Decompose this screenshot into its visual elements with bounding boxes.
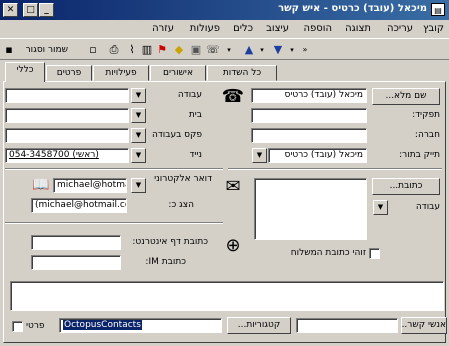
separator xyxy=(5,168,223,170)
toolbar-options-icon[interactable]: » xyxy=(298,43,312,57)
paper-icon[interactable]: ▥ xyxy=(140,43,154,57)
mailing-address-label: זוהי כתובת המשלוח xyxy=(290,248,366,258)
web-page-label: כתובת דף אינטרנט: xyxy=(132,237,208,247)
phone-type-dropdown[interactable]: ▼ xyxy=(131,148,146,163)
tab-certificates[interactable]: אישורים xyxy=(150,65,206,81)
categories-field[interactable]: OctopusContacts xyxy=(59,318,222,333)
phone-label-mobile: נייד xyxy=(189,150,202,160)
menu-bar: קובץ עריכה תצוגה הוספה עיצוב כלים פעולות… xyxy=(0,20,449,38)
tab-general[interactable]: כללי xyxy=(5,62,45,82)
save-disk-icon[interactable]: ▫ xyxy=(86,43,100,57)
phone-field-mobile[interactable]: 054-3458700 (ראשי) xyxy=(5,148,129,163)
title-bar: ✕ □ _ מיכאל (עובד) כרטיס - איש קשר ▤ xyxy=(0,0,449,20)
phone-type-dropdown[interactable]: ▼ xyxy=(131,108,146,123)
email-display-as-label: הצג כ: xyxy=(168,200,194,210)
menu-insert[interactable]: הוספה xyxy=(303,23,332,34)
next-item-icon[interactable]: ▼ xyxy=(271,43,285,57)
im-address-label: כתובת IM: xyxy=(145,257,186,267)
tab-details[interactable]: פרטים xyxy=(46,65,92,81)
categories-diamond-icon[interactable]: ◆ xyxy=(172,43,186,57)
contact-card-icon: ▤ xyxy=(431,3,445,16)
phone-dropdown-icon[interactable]: ☏ xyxy=(206,43,220,57)
print-icon[interactable]: ⎙ xyxy=(107,43,121,57)
menu-file[interactable]: קובץ xyxy=(423,23,444,34)
mailing-address-checkbox[interactable] xyxy=(369,248,380,259)
contacts-field[interactable] xyxy=(296,318,398,333)
menu-help[interactable]: עזרה xyxy=(152,23,174,34)
private-label: פרטי xyxy=(26,321,45,331)
save-close-button[interactable]: שמור וסגור xyxy=(11,41,71,58)
chevron-down-icon[interactable]: ▾ xyxy=(222,43,236,57)
private-checkbox[interactable] xyxy=(12,321,23,332)
phone-label-business-fax: פקס בעבודה xyxy=(152,130,202,140)
phone-label-home: בית xyxy=(188,110,202,120)
menu-edit[interactable]: עריכה xyxy=(387,23,413,34)
email-field[interactable]: michael@hotmail xyxy=(53,178,127,193)
menu-format[interactable]: עיצוב xyxy=(266,23,289,34)
address-field[interactable] xyxy=(254,178,367,240)
full-name-button[interactable]: שם מלא... xyxy=(372,88,440,105)
mail-envelope-icon: ✉ xyxy=(225,176,241,197)
previous-item-icon[interactable]: ▲ xyxy=(242,43,256,57)
phone-label-work: עבודה xyxy=(177,90,202,100)
minimize-button[interactable]: _ xyxy=(39,3,54,17)
phone-icon: ☎ xyxy=(221,86,245,107)
full-name-field[interactable]: מיכאל (עובד) כרטיס xyxy=(251,88,367,103)
im-address-field[interactable] xyxy=(31,255,121,270)
phone-field-business-fax[interactable] xyxy=(5,128,129,143)
menu-tools[interactable]: כלים xyxy=(233,23,253,34)
tab-activities[interactable]: פעילויות xyxy=(93,65,149,81)
company-field[interactable] xyxy=(251,128,367,143)
phone-field-home[interactable] xyxy=(5,108,129,123)
window-title: מיכאל (עובד) כרטיס - איש קשר xyxy=(278,3,427,14)
job-title-label: תפקיד: xyxy=(412,110,440,120)
close-button[interactable]: ✕ xyxy=(3,3,18,17)
notes-field[interactable] xyxy=(10,281,444,311)
categories-value: OctopusContacts xyxy=(63,320,142,330)
next-chevron-down-icon[interactable]: ▾ xyxy=(285,43,299,57)
email-type-dropdown[interactable]: ▼ xyxy=(131,178,146,193)
address-type-label: עבודה xyxy=(415,202,440,212)
card-icon[interactable]: ▣ xyxy=(189,43,203,57)
attach-icon[interactable]: ⌇ xyxy=(125,43,139,57)
previous-chevron-down-icon[interactable]: ▾ xyxy=(255,43,269,57)
address-book-icon[interactable]: 📖 xyxy=(31,176,51,194)
tab-all-fields[interactable]: כל השדות xyxy=(207,65,277,81)
email-display-as-field[interactable]: (michael@hotmail.com) xyxy=(31,198,127,213)
globe-icon: ⊕ xyxy=(225,235,241,256)
phone-type-dropdown[interactable]: ▼ xyxy=(131,128,146,143)
address-button[interactable]: כתובת... xyxy=(372,178,440,195)
menu-view[interactable]: תצוגה xyxy=(345,23,371,34)
file-as-field[interactable]: מיכאל (עובד) כרטיס xyxy=(268,148,367,163)
phone-type-dropdown[interactable]: ▼ xyxy=(131,88,146,103)
phone-field-work[interactable] xyxy=(5,88,129,103)
web-page-field[interactable] xyxy=(31,235,121,250)
categories-button[interactable]: קטגוריות... xyxy=(227,317,291,334)
toolbar: ▪ שמור וסגור ▫ ⎙ ⌇ ▥ ⚑ ◆ ▣ ☏ ▾ ▲ ▾ ▼ ▾ » xyxy=(0,38,449,60)
email-label: דואר אלקטרוני xyxy=(154,174,212,184)
file-as-dropdown[interactable]: ▼ xyxy=(252,148,267,163)
file-as-label: תייק בתור: xyxy=(399,150,440,160)
mobile-phone-value: 054-3458700 (ראשי) xyxy=(9,150,99,160)
separator xyxy=(5,222,223,224)
contacts-button[interactable]: אנשי קשר... xyxy=(401,317,447,334)
menu-actions[interactable]: פעולות xyxy=(190,23,220,34)
address-type-dropdown[interactable]: ▼ xyxy=(373,200,388,215)
maximize-button[interactable]: □ xyxy=(23,3,38,17)
company-label: חברה: xyxy=(414,130,440,140)
flag-icon[interactable]: ⚑ xyxy=(155,43,169,57)
job-title-field[interactable] xyxy=(251,108,367,123)
separator xyxy=(228,168,442,170)
